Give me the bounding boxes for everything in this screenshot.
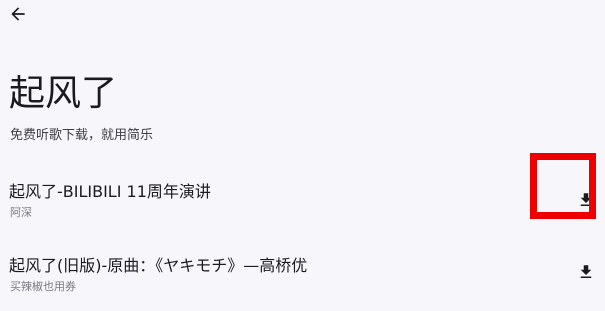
page-title: 起风了 xyxy=(9,73,118,114)
song-item[interactable]: 起风了-BILIBILI 11周年演讲 阿深 xyxy=(0,181,605,237)
download-button[interactable] xyxy=(573,259,599,285)
search-results-screen: 起风了 免费听歌下载，就用简乐 起风了-BILIBILI 11周年演讲 阿深 起… xyxy=(0,0,605,311)
song-artist: 阿深 xyxy=(10,206,32,219)
download-icon xyxy=(580,265,592,278)
arrow-left-icon xyxy=(11,7,25,21)
page-subtitle: 免费听歌下载，就用简乐 xyxy=(10,128,154,143)
song-item[interactable]: 起风了(旧版)-原曲：《ヤキモチ》—高桥优 买辣椒也用券 xyxy=(0,255,605,311)
download-icon xyxy=(580,193,592,206)
back-button[interactable] xyxy=(4,0,32,28)
song-title: 起风了(旧版)-原曲：《ヤキモチ》—高桥优 xyxy=(9,256,308,275)
song-title: 起风了-BILIBILI 11周年演讲 xyxy=(9,182,211,201)
song-artist: 买辣椒也用券 xyxy=(10,280,76,293)
download-button[interactable] xyxy=(573,187,599,213)
